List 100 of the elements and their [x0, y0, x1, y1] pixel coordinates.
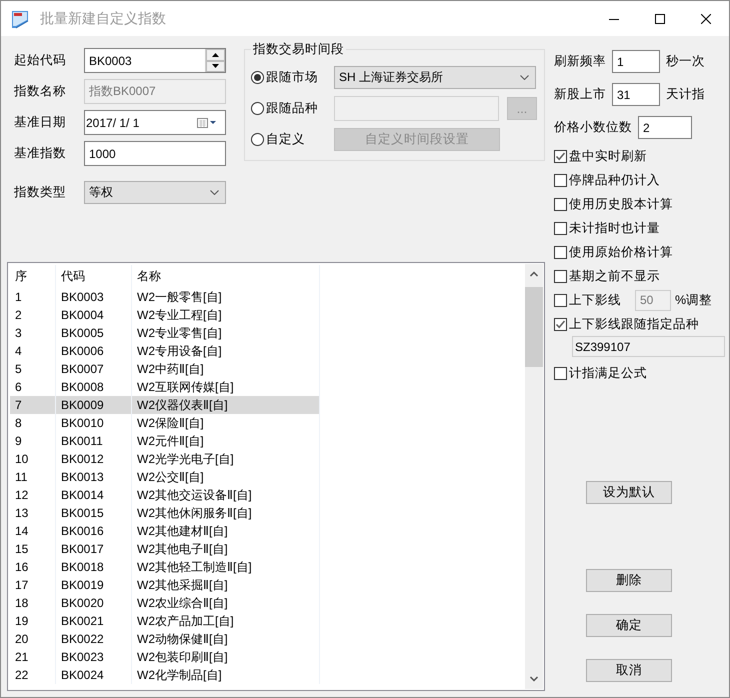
- checkbox-label: 盘中实时刷新: [569, 148, 647, 164]
- table-cell: BK0023: [56, 648, 132, 666]
- column-header[interactable]: 序: [10, 265, 56, 288]
- setting-label: 价格小数位数: [554, 119, 632, 136]
- list-row[interactable]: 2 BK0004 W2专业工程[自]: [10, 306, 320, 324]
- checkbox[interactable]: [554, 246, 567, 258]
- checkbox[interactable]: [554, 222, 567, 234]
- table-cell: W2农业综合Ⅱ[自]: [132, 594, 320, 612]
- list-row[interactable]: 4 BK0006 W2专用设备[自]: [10, 342, 320, 360]
- close-icon: [701, 14, 711, 24]
- setting-field[interactable]: 31: [612, 83, 660, 106]
- select-dropdown[interactable]: 等权: [84, 181, 226, 204]
- list-row[interactable]: 19 BK0021 W2农产品加工[自]: [10, 612, 320, 630]
- checkbox[interactable]: [554, 270, 567, 282]
- table-cell: 10: [10, 450, 56, 468]
- window-title: 批量新建自定义指数: [40, 10, 167, 28]
- radio-button[interactable]: [251, 71, 264, 84]
- table-cell: BK0012: [56, 450, 132, 468]
- field-label: 基准日期: [14, 114, 67, 131]
- code-spinner-field[interactable]: BK0003: [84, 48, 226, 73]
- table-cell: BK0014: [56, 486, 132, 504]
- group-title: 指数交易时间段: [252, 41, 345, 58]
- radio-label: 跟随市场: [266, 69, 319, 86]
- table-cell: BK0021: [56, 612, 132, 630]
- radio-label: 跟随品种: [266, 100, 319, 117]
- table-cell: 17: [10, 576, 56, 594]
- setting-field[interactable]: 2: [638, 116, 692, 139]
- list-row[interactable]: 7 BK0009 W2仪器仪表Ⅱ[自]: [10, 396, 320, 414]
- maximize-icon: [655, 14, 665, 24]
- table-cell: 20: [10, 630, 56, 648]
- symbol-field[interactable]: SZ399107: [572, 336, 725, 357]
- list-row[interactable]: 21 BK0023 W2包装印刷Ⅱ[自]: [10, 648, 320, 666]
- table-cell: W2专业工程[自]: [132, 306, 320, 324]
- checkbox[interactable]: [554, 366, 567, 380]
- checkbox[interactable]: [554, 150, 567, 162]
- list-row[interactable]: 13 BK0015 W2其他休闲服务Ⅱ[自]: [10, 504, 320, 522]
- list-row[interactable]: 15 BK0017 W2其他电子Ⅱ[自]: [10, 540, 320, 558]
- table-cell: BK0019: [56, 576, 132, 594]
- table-cell: W2其他轻工制造Ⅱ[自]: [132, 558, 320, 576]
- list-row[interactable]: 10 BK0012 W2光学光电子[自]: [10, 450, 320, 468]
- table-cell: BK0004: [56, 306, 132, 324]
- action-button[interactable]: 删除: [586, 569, 672, 592]
- text-field[interactable]: 1000: [84, 141, 226, 166]
- percent-field[interactable]: 50: [635, 290, 671, 310]
- checkbox-label: 计指满足公式: [569, 364, 647, 382]
- scroll-thumb[interactable]: [525, 287, 543, 367]
- checkbox-label: 上下影线跟随指定品种: [569, 316, 699, 332]
- set-default-button[interactable]: 设为默认: [586, 481, 672, 504]
- checkbox[interactable]: [554, 294, 567, 306]
- setting-field[interactable]: 1: [612, 50, 660, 73]
- table-cell: 5: [10, 360, 56, 378]
- table-cell: W2公交Ⅱ[自]: [132, 468, 320, 486]
- list-row[interactable]: 16 BK0018 W2其他轻工制造Ⅱ[自]: [10, 558, 320, 576]
- radio-button[interactable]: [251, 133, 264, 146]
- setting-label: 刷新频率: [554, 53, 606, 70]
- scrollbar[interactable]: [525, 264, 543, 689]
- list-row[interactable]: 9 BK0011 W2元件Ⅱ[自]: [10, 432, 320, 450]
- table-cell: 15: [10, 540, 56, 558]
- setting-label: 新股上市: [554, 86, 606, 103]
- table-cell: 1: [10, 288, 56, 306]
- spin-down-button[interactable]: [206, 60, 225, 72]
- symbol-field[interactable]: [334, 96, 499, 121]
- checkbox[interactable]: [554, 174, 567, 186]
- list-row[interactable]: 3 BK0005 W2专业零售[自]: [10, 324, 320, 342]
- date-field[interactable]: 2017/ 1/ 1: [84, 110, 226, 135]
- table-cell: BK0011: [56, 432, 132, 450]
- unit-label: 天计指: [666, 86, 705, 103]
- table-cell: W2保险Ⅱ[自]: [132, 414, 320, 432]
- list-row[interactable]: 12 BK0014 W2其他交运设备Ⅱ[自]: [10, 486, 320, 504]
- column-header[interactable]: 代码: [56, 265, 132, 288]
- table-cell: BK0020: [56, 594, 132, 612]
- calendar-icon: [197, 118, 217, 128]
- action-button[interactable]: 确定: [586, 614, 672, 637]
- table-cell: BK0022: [56, 630, 132, 648]
- market-select[interactable]: SH 上海证券交易所: [334, 66, 536, 89]
- spin-up-button[interactable]: [206, 49, 225, 60]
- list-row[interactable]: 14 BK0016 W2其他建材Ⅱ[自]: [10, 522, 320, 540]
- table-cell: 14: [10, 522, 56, 540]
- checkbox[interactable]: [554, 198, 567, 210]
- checkbox[interactable]: [554, 318, 567, 330]
- list-row[interactable]: 17 BK0019 W2其他采掘Ⅱ[自]: [10, 576, 320, 594]
- column-header[interactable]: 名称: [132, 265, 320, 288]
- table-cell: W2包装印刷Ⅱ[自]: [132, 648, 320, 666]
- list-row[interactable]: 22 BK0024 W2化学制品[自]: [10, 666, 320, 684]
- table-cell: 3: [10, 324, 56, 342]
- checkbox-label: 未计指时也计量: [569, 220, 660, 236]
- table-cell: BK0007: [56, 360, 132, 378]
- list-row[interactable]: 8 BK0010 W2保险Ⅱ[自]: [10, 414, 320, 432]
- action-button[interactable]: 取消: [586, 659, 672, 682]
- list-row[interactable]: 18 BK0020 W2农业综合Ⅱ[自]: [10, 594, 320, 612]
- radio-button[interactable]: [251, 102, 264, 115]
- list-row[interactable]: 20 BK0022 W2动物保健Ⅱ[自]: [10, 630, 320, 648]
- table-cell: W2农产品加工[自]: [132, 612, 320, 630]
- list-row[interactable]: 11 BK0013 W2公交Ⅱ[自]: [10, 468, 320, 486]
- list-row[interactable]: 5 BK0007 W2中药Ⅱ[自]: [10, 360, 320, 378]
- list-row[interactable]: 1 BK0003 W2一般零售[自]: [10, 288, 320, 306]
- unit-label: 秒一次: [666, 53, 705, 70]
- table-cell: W2光学光电子[自]: [132, 450, 320, 468]
- table-cell: BK0013: [56, 468, 132, 486]
- triangle-down-icon: [212, 64, 219, 68]
